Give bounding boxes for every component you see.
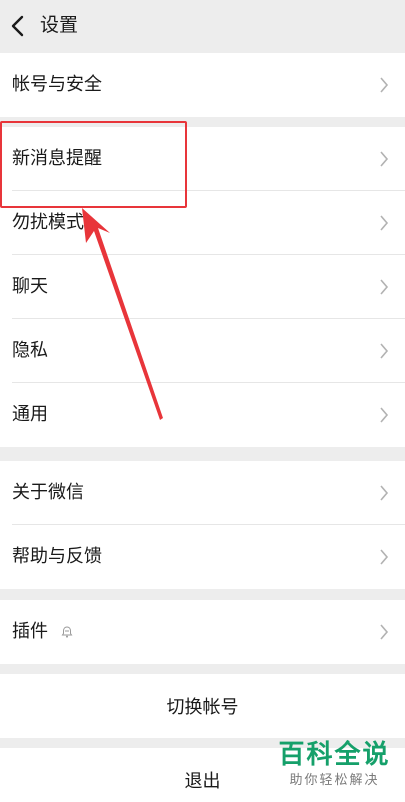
do-not-disturb-label: 勿扰模式 — [12, 212, 84, 233]
chat-item[interactable]: 聊天 — [0, 255, 405, 319]
bell-badge-icon — [61, 626, 73, 638]
page-title: 设置 — [40, 14, 79, 36]
account-group: 帐号与安全 — [0, 53, 405, 117]
chevron-right-icon — [380, 343, 389, 359]
chevron-right-icon — [380, 407, 389, 423]
logout-label: 退出 — [184, 771, 221, 792]
chevron-right-icon — [380, 151, 389, 167]
plugins-label: 插件 — [12, 621, 48, 642]
chevron-right-icon — [380, 624, 389, 640]
general-item[interactable]: 通用 — [0, 383, 405, 447]
chevron-right-icon — [380, 215, 389, 231]
plugins-item[interactable]: 插件 — [0, 600, 405, 664]
privacy-item[interactable]: 隐私 — [0, 319, 405, 383]
watermark-logo: 百科全说 助你轻松解决 — [272, 738, 397, 800]
chevron-right-icon — [380, 77, 389, 93]
account-security-item[interactable]: 帐号与安全 — [0, 53, 405, 117]
chevron-right-icon — [380, 485, 389, 501]
back-arrow-icon[interactable] — [8, 14, 28, 38]
top-bar: 设置 — [0, 0, 405, 52]
chevron-right-icon — [380, 549, 389, 565]
account-security-label: 帐号与安全 — [12, 74, 102, 95]
general-label: 通用 — [12, 404, 48, 425]
help-feedback-item[interactable]: 帮助与反馈 — [0, 525, 405, 589]
watermark-main-text: 百科全说 — [278, 740, 391, 770]
privacy-label: 隐私 — [12, 340, 48, 361]
watermark-sub-text: 助你轻松解决 — [289, 773, 380, 788]
about-wechat-label: 关于微信 — [12, 482, 84, 503]
chat-label: 聊天 — [12, 276, 48, 297]
settings-group-about: 关于微信 帮助与反馈 — [0, 461, 405, 589]
switch-account-label: 切换帐号 — [166, 697, 239, 718]
about-wechat-item[interactable]: 关于微信 — [0, 461, 405, 525]
switch-account-button[interactable]: 切换帐号 — [0, 674, 405, 738]
chevron-right-icon — [380, 279, 389, 295]
highlight-box-annotation — [0, 121, 187, 208]
help-feedback-label: 帮助与反馈 — [12, 546, 102, 567]
plugins-group: 插件 — [0, 600, 405, 664]
